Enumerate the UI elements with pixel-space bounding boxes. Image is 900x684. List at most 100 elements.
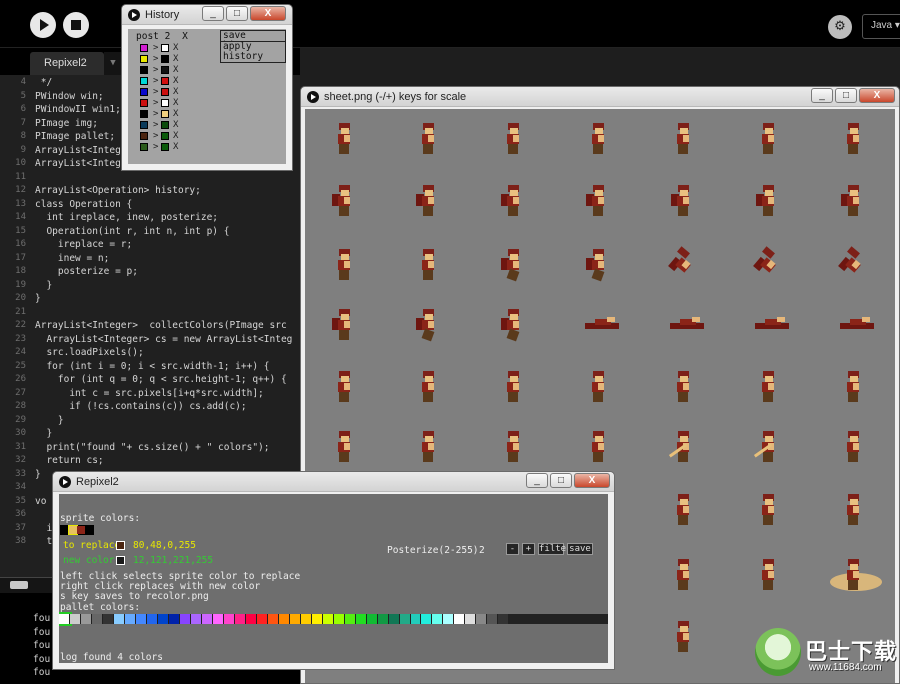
sprite-frame[interactable] xyxy=(840,185,866,217)
sprite-frame[interactable] xyxy=(585,309,619,341)
sprite-frame[interactable] xyxy=(415,371,441,403)
horizontal-scrollbar-thumb[interactable] xyxy=(10,581,28,589)
pallet-color-swatch[interactable] xyxy=(278,614,290,624)
sprite-frame[interactable] xyxy=(331,249,357,281)
sheet-window-titlebar[interactable]: sheet.png (-/+) keys for scale _ □ X xyxy=(301,87,899,107)
sprite-frame[interactable] xyxy=(500,371,526,403)
history-entry[interactable]: > X xyxy=(132,98,192,109)
history-entry[interactable]: > X xyxy=(132,131,192,142)
sprite-frame[interactable] xyxy=(755,309,789,341)
sprite-frame[interactable] xyxy=(331,371,357,403)
pallet-color-swatch[interactable] xyxy=(553,614,565,624)
history-delete-button[interactable]: X xyxy=(173,43,178,53)
history-delete-button[interactable]: X xyxy=(173,131,178,141)
posterize-plus-button[interactable]: + xyxy=(522,543,535,555)
pallet-color-swatch[interactable] xyxy=(146,614,158,624)
sprite-frame[interactable] xyxy=(670,123,696,155)
sprite-frame[interactable] xyxy=(840,371,866,403)
sprite-frame[interactable] xyxy=(500,309,526,342)
pallet-color-swatch[interactable] xyxy=(509,614,521,624)
sprite-frame[interactable] xyxy=(331,123,357,155)
pallet-color-swatch[interactable] xyxy=(564,614,576,624)
sprite-frame[interactable] xyxy=(500,185,526,217)
sprite-frame[interactable] xyxy=(753,246,781,281)
sprite-frame[interactable] xyxy=(585,123,611,155)
filter-button[interactable]: filter xyxy=(538,543,572,555)
history-canvas[interactable]: post 2 X save history apply history >X>X… xyxy=(128,29,286,164)
history-entry[interactable]: > X xyxy=(132,87,192,98)
minimize-button[interactable]: _ xyxy=(202,6,224,21)
minimize-button[interactable]: _ xyxy=(811,88,833,103)
history-entry[interactable]: > X xyxy=(132,76,192,87)
history-window-titlebar[interactable]: History _ □ X xyxy=(122,5,292,25)
pallet-color-swatch[interactable] xyxy=(300,614,312,624)
pallet-color-swatch[interactable] xyxy=(597,614,608,624)
sprite-frame[interactable] xyxy=(840,494,866,526)
sprite-frame[interactable] xyxy=(755,371,781,403)
history-entry[interactable]: > X xyxy=(132,109,192,120)
sprite-frame[interactable] xyxy=(415,431,441,463)
pallet-colors-bar[interactable] xyxy=(59,612,608,626)
history-entry[interactable]: > X xyxy=(132,142,192,153)
sprite-frame[interactable] xyxy=(668,246,696,281)
sprite-frame[interactable] xyxy=(331,185,357,217)
save-button[interactable]: save xyxy=(567,543,593,555)
pallet-color-swatch[interactable] xyxy=(366,614,378,624)
close-button[interactable]: X xyxy=(250,6,286,21)
pallet-color-swatch[interactable] xyxy=(465,614,477,624)
pallet-color-swatch[interactable] xyxy=(80,614,92,624)
sprite-frame[interactable] xyxy=(830,559,882,591)
pallet-color-swatch[interactable] xyxy=(289,614,301,624)
sprite-color-swatch[interactable] xyxy=(68,525,78,535)
sprite-frame[interactable] xyxy=(755,559,781,591)
close-button[interactable]: X xyxy=(859,88,895,103)
history-entry[interactable]: > X xyxy=(132,120,192,131)
pallet-color-swatch[interactable] xyxy=(179,614,191,624)
sprite-frame[interactable] xyxy=(585,371,611,403)
pallet-color-swatch[interactable] xyxy=(113,614,125,624)
history-entry[interactable]: > X xyxy=(132,65,192,76)
history-delete-button[interactable]: X xyxy=(173,109,178,119)
tab-menu-arrow-icon[interactable]: ▼ xyxy=(104,52,122,75)
sprite-frame[interactable] xyxy=(753,431,781,463)
pallet-color-swatch[interactable] xyxy=(157,614,169,624)
pallet-color-swatch[interactable] xyxy=(267,614,279,624)
history-delete-button[interactable]: X xyxy=(173,65,178,75)
sprite-frame[interactable] xyxy=(331,431,357,463)
pallet-color-swatch[interactable] xyxy=(454,614,466,624)
pallet-color-swatch[interactable] xyxy=(333,614,345,624)
repixel-canvas[interactable]: sprite colors: to replace 80,48,0,255 ne… xyxy=(59,494,608,663)
history-delete-button[interactable]: X xyxy=(173,142,178,152)
pallet-color-swatch[interactable] xyxy=(498,614,510,624)
pallet-color-swatch[interactable] xyxy=(377,614,389,624)
history-delete-button[interactable]: X xyxy=(173,120,178,130)
pallet-color-swatch[interactable] xyxy=(311,614,323,624)
pallet-color-swatch[interactable] xyxy=(201,614,213,624)
history-delete-button[interactable]: X xyxy=(173,76,178,86)
sprite-frame[interactable] xyxy=(670,621,696,653)
close-button[interactable]: X xyxy=(574,473,610,488)
posterize-minus-button[interactable]: - xyxy=(506,543,519,555)
history-delete-button[interactable]: X xyxy=(173,98,178,108)
sprite-frame[interactable] xyxy=(670,185,696,217)
pallet-color-swatch[interactable] xyxy=(69,614,81,624)
pallet-color-swatch[interactable] xyxy=(520,614,532,624)
pallet-color-swatch[interactable] xyxy=(531,614,543,624)
pallet-color-swatch[interactable] xyxy=(256,614,268,624)
sprite-color-swatch[interactable] xyxy=(61,526,69,534)
sprite-frame[interactable] xyxy=(500,431,526,463)
sprite-frame[interactable] xyxy=(838,246,866,281)
pallet-color-swatch[interactable] xyxy=(124,614,136,624)
sprite-frame[interactable] xyxy=(670,309,704,341)
apply-history-button[interactable]: apply history xyxy=(220,41,286,63)
stop-button[interactable] xyxy=(63,12,89,38)
pallet-color-swatch[interactable] xyxy=(575,614,587,624)
sprite-frame[interactable] xyxy=(755,494,781,526)
history-entry[interactable]: > X xyxy=(132,43,192,54)
sprite-frame[interactable] xyxy=(415,185,441,217)
sprite-frame[interactable] xyxy=(670,494,696,526)
sprite-color-swatch[interactable] xyxy=(77,526,85,534)
pallet-color-swatch[interactable] xyxy=(212,614,224,624)
sprite-frame[interactable] xyxy=(755,123,781,155)
pallet-color-swatch[interactable] xyxy=(234,614,246,624)
